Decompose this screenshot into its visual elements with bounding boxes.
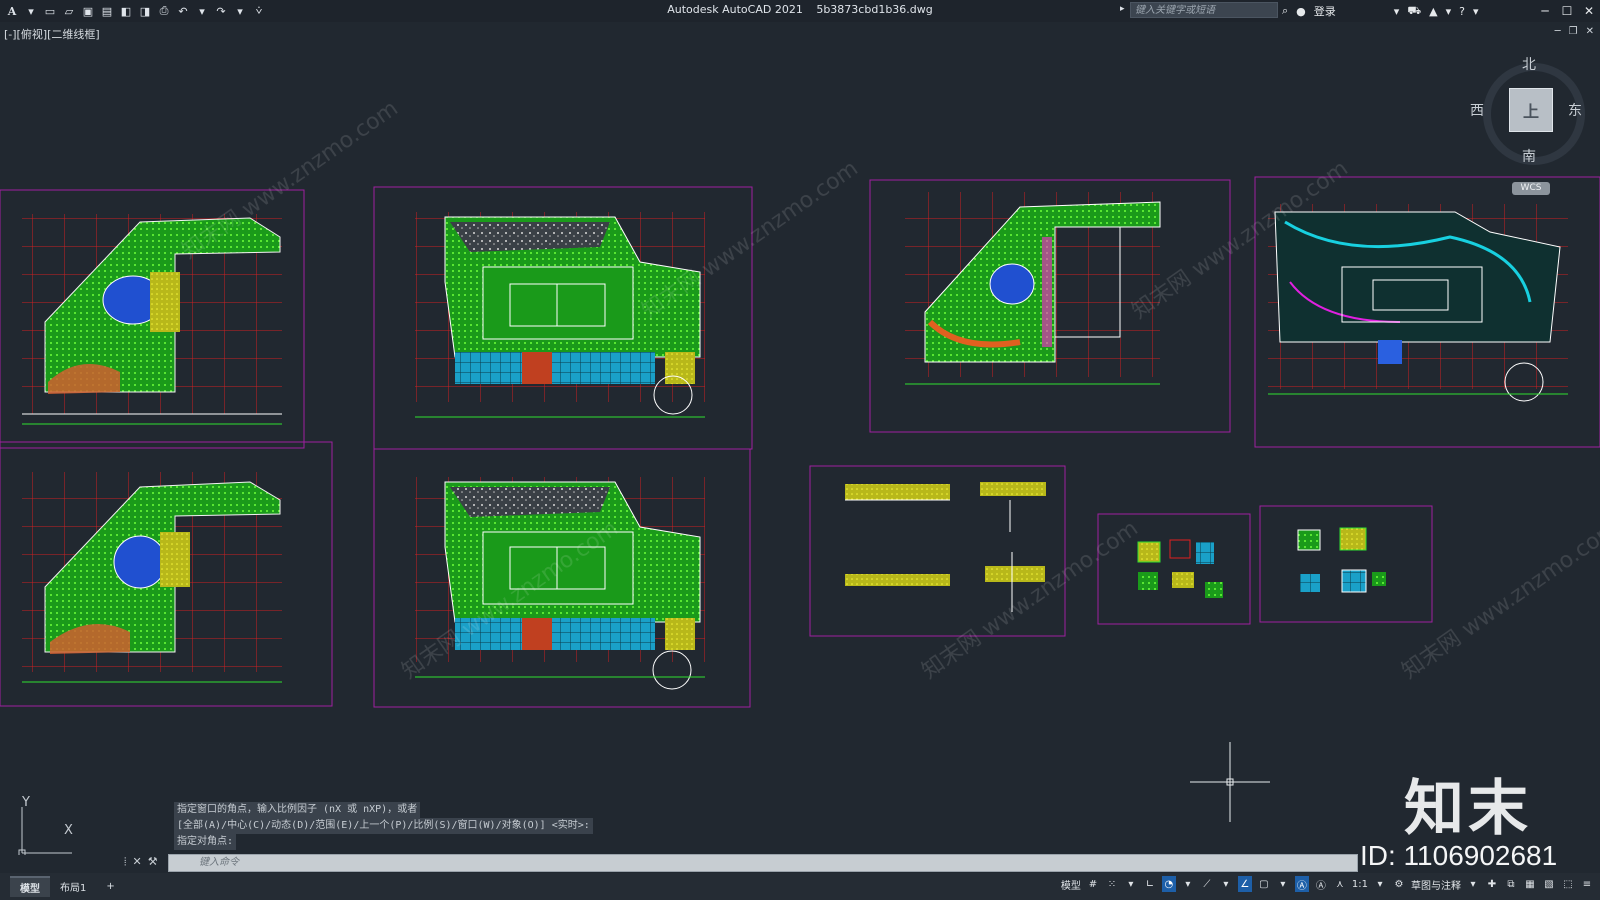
cloud-open-icon[interactable]: ◧ <box>118 3 134 19</box>
redo-dropdown-icon[interactable]: ▾ <box>232 3 248 19</box>
print-icon[interactable]: ⎙ <box>156 3 172 19</box>
graphics-performance-icon[interactable]: ▧ <box>1542 876 1556 892</box>
search-input[interactable]: 键入关键字或短语 <box>1130 2 1278 18</box>
annotation-visibility-icon[interactable]: Ⓐ <box>1294 876 1309 892</box>
save-icon[interactable]: ▣ <box>80 3 96 19</box>
close-icon[interactable]: ✕ <box>1578 0 1600 22</box>
wcs-menu[interactable]: WCS <box>1512 182 1550 195</box>
ucs-y-label: Y <box>22 795 30 810</box>
maximize-icon[interactable]: ☐ <box>1556 0 1578 22</box>
auto-scale-icon[interactable]: Ⓐ <box>1314 876 1328 892</box>
file-name: 5b3873cbd1b36.dwg <box>816 3 933 16</box>
command-customize-icon[interactable]: ⚒ <box>148 855 158 869</box>
help-icon[interactable]: ? <box>1459 5 1465 18</box>
id-watermark: ID: 1106902681 <box>1360 840 1558 871</box>
crosshair-cursor <box>1190 742 1270 822</box>
tab-layout1[interactable]: 布局1 <box>50 877 96 896</box>
drawing-svg <box>0 176 1600 708</box>
grid-icon[interactable]: # <box>1086 876 1100 892</box>
status-bar: 模型 # ⁙ ▾ ∟ ◔ ▾ ⟋ ▾ ∠ ▢ ▾ Ⓐ Ⓐ ⋏ 1:1 ▾ ⚙ 草… <box>1061 876 1594 892</box>
open-file-icon[interactable]: ▱ <box>61 3 77 19</box>
ucs-x-label: X <box>64 823 73 838</box>
fullscreen-icon[interactable]: ⬚ <box>1561 876 1575 892</box>
isometric-icon[interactable]: ⟋ <box>1200 876 1214 892</box>
crosshair-lines <box>1190 742 1270 822</box>
plan-sheet-5 <box>0 441 333 707</box>
undo-dropdown-icon[interactable]: ▾ <box>194 3 210 19</box>
command-history-line: 指定窗口的角点，输入比例因子 (nX 或 nXP)，或者 <box>174 802 421 818</box>
compass-west[interactable]: 西 <box>1470 100 1484 120</box>
app-name: Autodesk AutoCAD 2021 <box>667 3 803 16</box>
scale-dropdown-icon[interactable]: ▾ <box>1373 876 1387 892</box>
customize-toolbar-icon[interactable]: ⩒ <box>251 3 267 19</box>
isometric-dropdown-icon[interactable]: ▾ <box>1219 876 1233 892</box>
application-menu-arrow-icon[interactable]: ▾ <box>23 3 39 19</box>
workspace-dropdown-icon[interactable]: ▾ <box>1466 876 1480 892</box>
command-history-line: [全部(A)/中心(C)/动态(D)/范围(E)/上一个(P)/比例(S)/窗口… <box>174 818 593 834</box>
quick-properties-icon[interactable]: ▦ <box>1523 876 1537 892</box>
user-icon[interactable]: ● <box>1296 5 1306 18</box>
viewcube-top-face[interactable]: 上 <box>1509 88 1553 132</box>
cart-icon[interactable]: ⛟ <box>1407 4 1421 19</box>
viewcube[interactable]: 上 北 南 东 西 <box>1470 57 1585 165</box>
quick-access-toolbar: A ▾ ▭ ▱ ▣ ▤ ◧ ◨ ⎙ ↶ ▾ ↷ ▾ ⩒ <box>4 3 267 19</box>
tab-add[interactable]: + <box>96 879 124 894</box>
command-input[interactable]: 键入命令 <box>168 854 1358 872</box>
undo-icon[interactable]: ↶ <box>175 3 191 19</box>
minimize-icon[interactable]: ─ <box>1534 0 1556 22</box>
drawing-canvas[interactable]: 知末网 www.znzmo.com 知末网 www.znzmo.com 知末网 … <box>0 22 1600 862</box>
search-expand-icon[interactable]: ▸ <box>1120 4 1125 14</box>
units-icon[interactable]: ⧉ <box>1504 876 1518 892</box>
command-history-line: 指定对角点: <box>174 834 237 850</box>
snap-dropdown-icon[interactable]: ▾ <box>1124 876 1138 892</box>
login-dropdown-icon[interactable]: ▾ <box>1394 5 1400 18</box>
polar-dropdown-icon[interactable]: ▾ <box>1181 876 1195 892</box>
account-bar: ⌕ ● 登录 ▾ ⛟ ▲ ▾ ? ▾ <box>1282 3 1479 19</box>
object-snap-icon[interactable]: ▢ <box>1257 876 1271 892</box>
new-file-icon[interactable]: ▭ <box>42 3 58 19</box>
login-link[interactable]: 登录 <box>1314 3 1336 19</box>
a360-dropdown-icon[interactable]: ▾ <box>1446 5 1452 18</box>
workspace-switch[interactable]: 草图与注释 <box>1411 876 1461 892</box>
title-bar: A ▾ ▭ ▱ ▣ ▤ ◧ ◨ ⎙ ↶ ▾ ↷ ▾ ⩒ Autodesk Aut… <box>0 0 1600 22</box>
compass-south[interactable]: 南 <box>1522 146 1536 166</box>
annotation-scale-icon[interactable]: ⋏ <box>1333 876 1347 892</box>
autodesk-a360-icon[interactable]: ▲ <box>1429 5 1437 18</box>
snap-icon[interactable]: ⁙ <box>1105 876 1119 892</box>
plan-sheet-1 <box>0 189 305 449</box>
detail-sheet-planters <box>1259 505 1433 623</box>
ucs-icon: Y X <box>16 795 76 855</box>
polar-tracking-icon[interactable]: ◔ <box>1161 876 1176 892</box>
plan-sheet-3 <box>869 179 1231 433</box>
compass-north[interactable]: 北 <box>1522 54 1536 74</box>
window-controls: ─ ☐ ✕ <box>1534 0 1600 22</box>
object-snap-dropdown-icon[interactable]: ▾ <box>1276 876 1290 892</box>
command-line-tools: ⦙ ✕ ⚒ <box>124 855 158 869</box>
command-close-icon[interactable]: ✕ <box>132 855 141 869</box>
command-history: 指定窗口的角点，输入比例因子 (nX 或 nXP)，或者 [全部(A)/中心(C… <box>174 802 593 850</box>
customization-menu-icon[interactable]: ≡ <box>1580 876 1594 892</box>
brand-watermark: 知末 <box>1404 774 1532 844</box>
plan-sheet-4 <box>1254 176 1600 448</box>
redo-icon[interactable]: ↷ <box>213 3 229 19</box>
workspace-gear-icon[interactable]: ⚙ <box>1392 876 1406 892</box>
annotation-scale-value[interactable]: 1:1 <box>1352 876 1368 892</box>
model-space-button[interactable]: 模型 <box>1061 876 1081 892</box>
compass-east[interactable]: 东 <box>1568 100 1582 120</box>
object-snap-tracking-icon[interactable]: ∠ <box>1237 876 1252 892</box>
command-grip-icon[interactable]: ⦙ <box>124 855 126 869</box>
save-as-icon[interactable]: ▤ <box>99 3 115 19</box>
autocad-logo-icon[interactable]: A <box>4 3 20 19</box>
help-dropdown-icon[interactable]: ▾ <box>1473 5 1479 18</box>
cloud-save-icon[interactable]: ◨ <box>137 3 153 19</box>
plan-sheet-2 <box>373 186 753 450</box>
search-icon[interactable]: ⌕ <box>1282 4 1288 18</box>
ortho-icon[interactable]: ∟ <box>1143 876 1157 892</box>
tab-model[interactable]: 模型 <box>10 876 50 897</box>
annotation-monitor-icon[interactable]: ✚ <box>1485 876 1499 892</box>
